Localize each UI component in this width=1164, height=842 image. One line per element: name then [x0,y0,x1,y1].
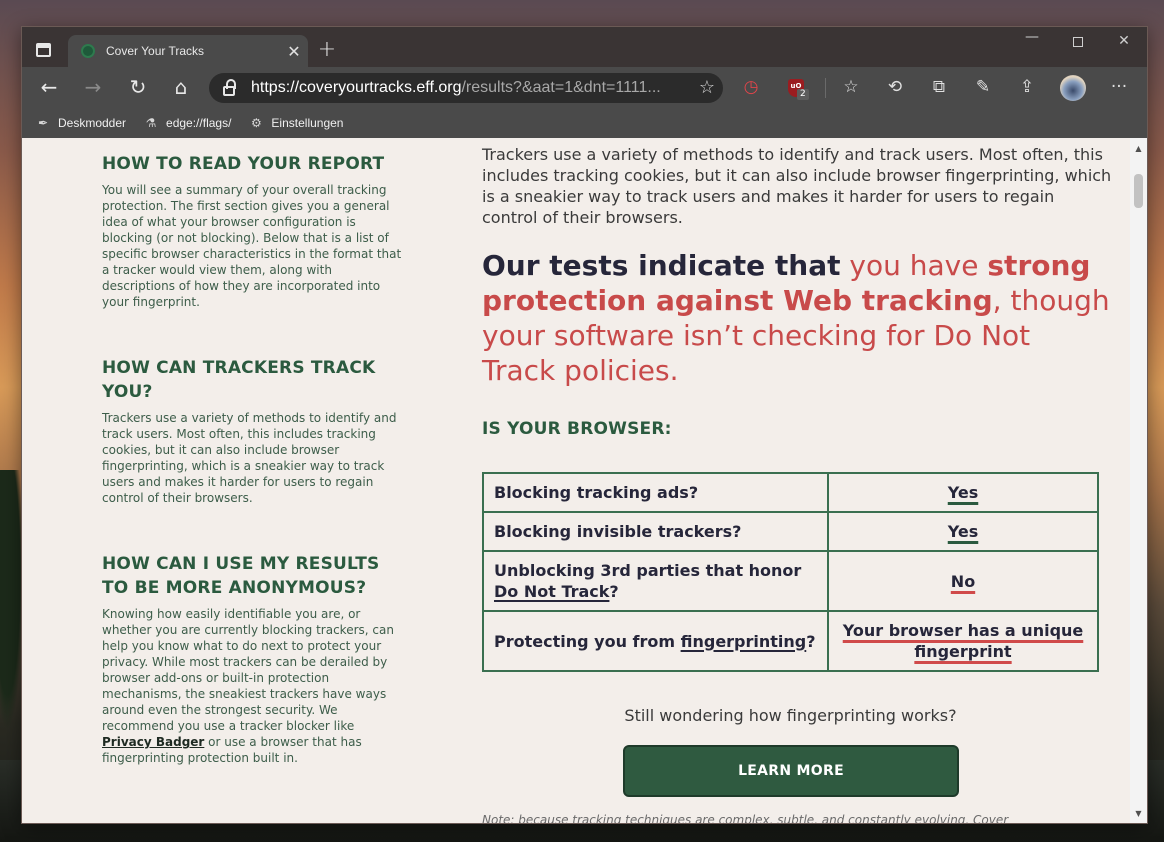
forward-icon[interactable]: → [80,75,106,101]
close-tab-icon[interactable]: ✕ [280,42,308,61]
scroll-down-icon[interactable]: ▼ [1130,807,1147,821]
scrollbar[interactable]: ▲ ▼ [1130,138,1147,823]
answer-link[interactable]: No [951,572,975,591]
url-path: /results?&aat=1&dnt=1111... [461,79,661,96]
verdict-lead: Our tests indicate that [482,249,841,282]
question-text: Unblocking 3rd parties that honor [494,561,802,580]
address-bar[interactable]: https://coveryourtracks.eff.org/results?… [209,73,723,103]
maximize-icon[interactable] [1058,33,1098,51]
question-text: ? [609,582,619,601]
web-capture-icon[interactable]: ✎ [970,75,996,101]
favorites-icon[interactable]: ☆ [838,75,864,101]
tab-strip: Cover Your Tracks ✕ + — ✕ [22,27,1147,67]
ublock-badge: 2 [797,89,809,100]
intro-paragraph: Trackers use a variety of methods to ide… [482,145,1112,227]
bookmark-label: Einstellungen [271,115,344,130]
answer-link[interactable]: Your browser has a unique fingerprint [843,621,1084,661]
bookmark-label: Deskmodder [58,115,127,130]
question-cell: Blocking invisible trackers? [482,511,829,552]
verdict-mid: you have [840,249,988,282]
url-text: https://coveryourtracks.eff.org/results?… [251,79,676,97]
back-icon[interactable]: ← [36,75,62,101]
question-cell: Protecting you from fingerprinting? [482,610,829,672]
toolbar: ← → ↻ ⌂ https://coveryourtracks.eff.org/… [22,67,1147,107]
section-body: You will see a summary of your overall t… [102,183,402,309]
main-content: Trackers use a variety of methods to ide… [482,138,1112,823]
refresh-icon[interactable]: ↻ [125,75,151,101]
tab-actions-button[interactable] [32,39,56,63]
sidebar-section-read-report: HOW TO READ YOUR REPORT You will see a s… [102,152,402,310]
do-not-track-link[interactable]: Do Not Track [494,582,609,601]
sidebar: HOW TO READ YOUR REPORT You will see a s… [102,138,402,766]
results-table: Blocking tracking ads? Yes Blocking invi… [482,472,1099,672]
section-heading: HOW CAN TRACKERS TRACK YOU? [102,358,376,402]
bookmark-einstellungen[interactable]: ⚙ Einstellungen [249,116,343,130]
fingerprinting-link[interactable]: fingerprinting [681,632,807,651]
tab-actions-icon [36,43,51,57]
bookmark-label: edge://flags/ [166,115,232,130]
answer-cell: Yes [827,472,1099,513]
body-text: Knowing how easily identifiable you are,… [102,607,394,733]
lock-icon[interactable] [223,78,236,96]
history-icon[interactable]: ⟲ [882,75,908,101]
share-icon[interactable]: ⇪ [1014,75,1040,101]
answer-link[interactable]: Yes [948,483,979,502]
close-window-icon[interactable]: ✕ [1104,33,1144,49]
privacy-badger-link[interactable]: Privacy Badger [102,735,204,749]
table-row: Unblocking 3rd parties that honor Do Not… [482,550,1099,612]
scroll-thumb[interactable] [1134,174,1143,208]
question-cell: Unblocking 3rd parties that honor Do Not… [482,550,829,612]
new-tab-icon[interactable]: + [316,37,338,63]
learn-more-button[interactable]: LEARN MORE [623,745,959,797]
section-body: Knowing how easily identifiable you are,… [102,606,402,766]
pen-icon: ✒ [37,115,49,130]
gear-icon: ⚙ [251,115,262,130]
collections-icon[interactable]: ⧉ [926,75,952,101]
sidebar-section-anonymous: HOW CAN I USE MY RESULTS TO BE MORE ANON… [102,552,402,766]
timer-extension-icon[interactable]: ◷ [738,75,764,101]
sidebar-section-how-track: HOW CAN TRACKERS TRACK YOU? Trackers use… [102,356,402,506]
profile-avatar[interactable] [1060,75,1086,101]
is-your-browser-heading: IS YOUR BROWSER: [482,419,672,439]
tab-cover-your-tracks[interactable]: Cover Your Tracks ✕ [68,35,308,67]
question-text: Protecting you from [494,631,681,651]
bookmark-deskmodder[interactable]: ✒ Deskmodder [36,116,126,130]
section-heading: HOW CAN I USE MY RESULTS TO BE MORE ANON… [102,554,380,598]
section-heading: HOW TO READ YOUR REPORT [102,154,385,174]
verdict-heading: Our tests indicate that you have strong … [482,248,1112,388]
home-icon[interactable]: ⌂ [168,75,194,101]
table-row: Protecting you from fingerprinting? Your… [482,610,1099,672]
toolbar-divider [825,78,826,98]
browser-window: Cover Your Tracks ✕ + — ✕ ← → ↻ ⌂ https:… [21,26,1148,824]
add-favorite-icon[interactable]: ☆ [699,77,715,98]
note-text: Note: because tracking techniques are co… [482,813,1009,823]
url-host: https://coveryourtracks.eff.org [251,79,462,96]
answer-cell: Yes [827,511,1099,552]
page-content: HOW TO READ YOUR REPORT You will see a s… [22,138,1132,823]
bookmarks-bar: ✒ Deskmodder ⚗ edge://flags/ ⚙ Einstellunge… [22,107,1147,138]
scroll-up-icon[interactable]: ▲ [1130,142,1147,156]
section-body: Trackers use a variety of methods to ide… [102,411,397,505]
answer-cell: Your browser has a unique fingerprint [827,610,1099,672]
bookmark-edge-flags[interactable]: ⚗ edge://flags/ [144,115,232,130]
question-text: ? [806,631,816,651]
more-options-icon[interactable]: ··· [1106,75,1132,101]
flask-icon: ⚗ [145,115,157,130]
answer-cell: No [827,550,1099,612]
eff-favicon-icon [81,44,95,58]
still-wondering-text: Still wondering how fingerprinting works… [624,706,957,725]
table-row: Blocking tracking ads? Yes [482,472,1099,513]
answer-link[interactable]: Yes [948,522,979,541]
table-row: Blocking invisible trackers? Yes [482,511,1099,552]
question-cell: Blocking tracking ads? [482,472,829,513]
tab-title: Cover Your Tracks [106,44,205,58]
minimize-icon[interactable]: — [1012,29,1052,45]
